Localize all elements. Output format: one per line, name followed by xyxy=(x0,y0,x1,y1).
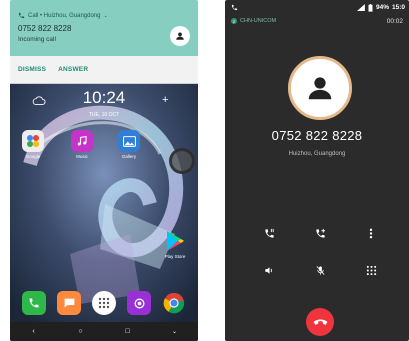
app-music[interactable]: Music xyxy=(67,130,97,159)
notification-body: Call • Huizhou, Guangdong ⌄ 0752 822 822… xyxy=(10,0,198,56)
app-google[interactable]: Google xyxy=(18,130,48,159)
end-call-button[interactable] xyxy=(306,308,334,336)
person-icon xyxy=(308,77,332,100)
app-play-store[interactable]: Play Store xyxy=(160,230,190,259)
music-icon xyxy=(71,130,93,152)
dock xyxy=(10,288,198,318)
call-timer: 00:02 xyxy=(386,17,403,25)
chrome-icon[interactable] xyxy=(162,291,186,315)
notification-actions: DISMISS ANSWER xyxy=(10,56,198,84)
navigation-bar: ‹ ○ □ ⌄ xyxy=(10,322,198,341)
speaker-icon[interactable] xyxy=(262,263,276,277)
notification-header-text: Call • Huizhou, Guangdong xyxy=(28,12,101,19)
hold-call-icon[interactable] xyxy=(262,226,276,240)
app-label: Google xyxy=(25,154,41,159)
status-bar: 94% 15:0 xyxy=(225,0,409,15)
dialpad-icon[interactable] xyxy=(364,263,378,277)
expand-chevron-icon[interactable]: ⌄ xyxy=(103,13,107,19)
battery-percentage: 94% xyxy=(375,4,389,11)
add-call-icon[interactable] xyxy=(313,226,327,240)
left-phone-screen: Call • Huizhou, Guangdong ⌄ 0752 822 822… xyxy=(10,0,198,341)
mute-microphone-icon[interactable] xyxy=(313,263,327,277)
call-icon xyxy=(18,12,25,19)
call-status-text: Incoming call xyxy=(18,36,56,43)
app-gallery[interactable]: Gallery xyxy=(114,130,144,159)
caller-number: 0752 822 8228 xyxy=(18,24,72,33)
caller-avatar-large xyxy=(288,56,352,120)
carrier-row: 2 CHN-UNICOM 00:02 xyxy=(225,15,409,27)
incoming-call-notification[interactable]: Call • Huizhou, Guangdong ⌄ 0752 822 822… xyxy=(10,0,198,84)
battery-icon xyxy=(368,3,373,12)
sim-badge-icon: 2 xyxy=(231,18,237,24)
recents-icon[interactable]: □ xyxy=(118,328,138,335)
carrier-info: 2 CHN-UNICOM xyxy=(231,18,276,24)
carrier-name: CHN-UNICOM xyxy=(240,18,277,24)
app-drawer-icon[interactable] xyxy=(92,291,116,315)
floating-assistant-ball[interactable] xyxy=(169,148,195,174)
lockscreen-date: TUE, 10 OCT xyxy=(88,112,120,118)
answer-button[interactable]: ANSWER xyxy=(58,66,88,73)
status-right: 94% 15:0 xyxy=(357,3,405,12)
home-icon[interactable]: ○ xyxy=(71,328,91,335)
call-location: Huizhou, Guangdong xyxy=(288,151,346,157)
right-phone-call-screen: 94% 15:0 2 CHN-UNICOM 00:02 0752 822 822… xyxy=(225,0,409,341)
messages-icon[interactable] xyxy=(57,291,81,315)
app-label: Play Store xyxy=(164,254,186,259)
call-number: 0752 822 8228 xyxy=(271,128,363,143)
dismiss-button[interactable]: DISMISS xyxy=(18,66,46,73)
app-label: Music xyxy=(76,154,88,159)
app-label: Gallery xyxy=(121,154,137,159)
camera-icon[interactable] xyxy=(127,291,151,315)
screenshot-stage: Call • Huizhou, Guangdong ⌄ 0752 822 822… xyxy=(0,0,409,341)
person-icon xyxy=(176,32,184,40)
caller-avatar xyxy=(170,26,190,46)
google-folder-icon xyxy=(22,130,44,152)
notification-header: Call • Huizhou, Guangdong ⌄ xyxy=(18,12,190,19)
phone-icon[interactable] xyxy=(22,291,46,315)
hang-up-icon xyxy=(313,319,327,325)
status-time: 15:0 xyxy=(391,4,405,11)
back-icon[interactable]: ‹ xyxy=(24,328,44,335)
lockscreen-clock: 10:24 xyxy=(82,88,126,107)
chevron-down-icon[interactable]: ⌄ xyxy=(165,328,185,335)
gallery-icon xyxy=(118,130,140,152)
more-options-icon[interactable] xyxy=(364,226,378,240)
signal-icon xyxy=(357,4,365,11)
play-store-icon xyxy=(164,230,186,252)
call-icon xyxy=(231,4,238,11)
